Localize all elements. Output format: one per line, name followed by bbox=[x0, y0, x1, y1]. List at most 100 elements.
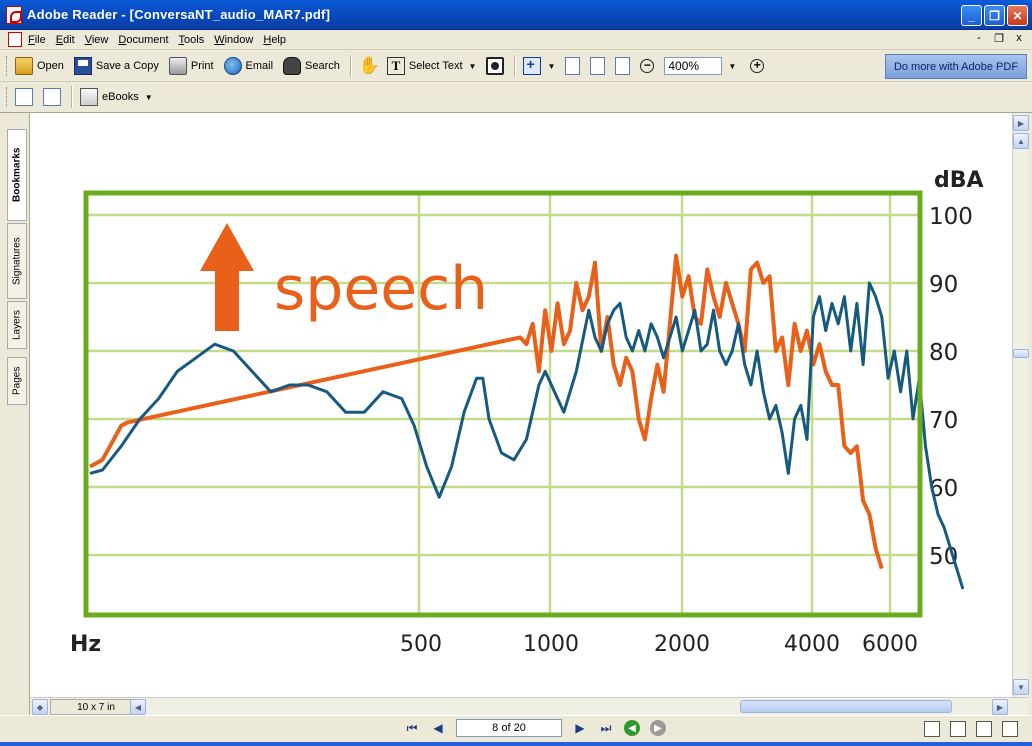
zoom-out-button[interactable]: − bbox=[640, 55, 655, 77]
menu-tools[interactable]: Tools bbox=[179, 34, 205, 46]
rotate-clockwise-button[interactable] bbox=[15, 86, 33, 108]
next-view-icon[interactable]: ▶ bbox=[650, 720, 666, 736]
next-page-icon[interactable]: ▶ bbox=[572, 720, 588, 736]
toolbar-separator bbox=[514, 55, 516, 77]
speech-annotation: speech bbox=[274, 254, 488, 324]
last-page-icon[interactable]: ⏭ bbox=[598, 720, 614, 736]
save-copy-button[interactable]: Save a Copy bbox=[73, 55, 159, 77]
rotate-clockwise-icon bbox=[15, 88, 33, 106]
restore-button[interactable]: ❐ bbox=[984, 5, 1005, 26]
doc-close-button[interactable]: x bbox=[1012, 32, 1026, 45]
toolbar-grip[interactable] bbox=[6, 87, 9, 107]
actual-size-button[interactable] bbox=[565, 55, 581, 77]
x-tick-label: 500 bbox=[400, 632, 442, 657]
frequency-response-chart: 1009080706050500 1000 2000 4000 6000dBAHzspe… bbox=[70, 168, 984, 657]
toolbar-separator bbox=[349, 55, 351, 77]
page-number-input[interactable]: 8 of 20 bbox=[456, 719, 562, 737]
secondary-toolbar: eBooks ▼ bbox=[0, 82, 1032, 113]
tab-pages[interactable]: Pages bbox=[7, 357, 27, 405]
single-page-layout-icon[interactable] bbox=[924, 721, 940, 737]
previous-page-icon[interactable]: ◀ bbox=[430, 720, 446, 736]
x-tick-label: 2000 bbox=[654, 632, 710, 657]
vertical-scrollbar[interactable]: ▶ ▲ ▼ bbox=[1012, 113, 1029, 697]
adobe-pdf-promo-button[interactable]: Do more with Adobe PDF bbox=[885, 54, 1027, 79]
fit-width-button[interactable] bbox=[615, 55, 631, 77]
continuous-facing-layout-icon[interactable] bbox=[1002, 721, 1018, 737]
x-tick-label: 4000 bbox=[784, 632, 840, 657]
x-axis-label: Hz bbox=[70, 632, 101, 657]
up-arrow-icon bbox=[200, 223, 254, 331]
y-tick-label: 100 bbox=[929, 204, 973, 230]
binoculars-icon bbox=[283, 57, 302, 75]
horizontal-scrollbar[interactable]: ◆ 10 x 7 in ◀ ▶ bbox=[30, 697, 1028, 715]
page-size-indicator: 10 x 7 in bbox=[50, 699, 142, 715]
toolbar-grip[interactable] bbox=[6, 56, 9, 76]
hand-tool-button[interactable]: ✋ bbox=[358, 55, 381, 77]
tab-signatures[interactable]: Signatures bbox=[7, 223, 27, 299]
menu-help[interactable]: Help bbox=[263, 34, 286, 46]
chevron-down-icon[interactable]: ▼ bbox=[145, 93, 153, 102]
page-width-icon bbox=[615, 57, 631, 75]
plus-circle-icon: + bbox=[750, 59, 765, 73]
menu-bar: File Edit View Document Tools Window Hel… bbox=[0, 30, 1032, 50]
open-button[interactable]: Open bbox=[15, 55, 64, 77]
minus-circle-icon: − bbox=[640, 59, 655, 73]
document-icon[interactable] bbox=[8, 32, 22, 47]
hand-icon: ✋ bbox=[358, 56, 381, 75]
horizontal-scroll-thumb[interactable] bbox=[740, 700, 952, 713]
scroll-right-arrow-icon[interactable]: ▶ bbox=[992, 699, 1008, 715]
email-button[interactable]: Email bbox=[223, 55, 273, 77]
y-tick-label: 90 bbox=[929, 272, 958, 298]
zoom-in-tool-button[interactable]: ▼ bbox=[523, 55, 555, 77]
doc-minimize-button[interactable]: - bbox=[972, 32, 986, 45]
fit-page-button[interactable] bbox=[590, 55, 606, 77]
doc-restore-button[interactable]: ❐ bbox=[992, 32, 1006, 45]
menu-document[interactable]: Document bbox=[118, 34, 168, 46]
previous-view-icon[interactable]: ◀ bbox=[624, 720, 640, 736]
text-cursor-icon: T bbox=[386, 57, 405, 75]
y-tick-label: 80 bbox=[929, 340, 958, 366]
y-tick-label: 70 bbox=[929, 408, 958, 434]
split-handle-icon[interactable]: ◆ bbox=[32, 699, 48, 715]
print-button[interactable]: Print bbox=[168, 55, 214, 77]
scroll-up-arrow-icon[interactable]: ▲ bbox=[1013, 133, 1029, 149]
taskbar-strip bbox=[0, 742, 1032, 746]
search-button[interactable]: Search bbox=[283, 55, 340, 77]
window-title: Adobe Reader - [ConversaNT_audio_MAR7.pd… bbox=[27, 7, 331, 22]
chevron-down-icon[interactable]: ▼ bbox=[469, 62, 477, 71]
menu-edit[interactable]: Edit bbox=[56, 34, 75, 46]
minimize-button[interactable]: _ bbox=[961, 5, 982, 26]
document-view[interactable]: 100 90 80 70 60 50 500 1000 2000 4000 6000 dBA Hz spe… bbox=[30, 113, 1012, 697]
adobe-reader-icon bbox=[6, 5, 22, 24]
facing-layout-icon[interactable] bbox=[976, 721, 992, 737]
tab-layers[interactable]: Layers bbox=[7, 301, 27, 349]
first-page-icon[interactable]: ⏮ bbox=[404, 720, 420, 736]
tab-bookmarks[interactable]: Bookmarks bbox=[7, 129, 27, 221]
scroll-right-arrow-icon[interactable]: ▶ bbox=[1013, 115, 1029, 131]
scroll-down-arrow-icon[interactable]: ▼ bbox=[1013, 679, 1029, 695]
y-axis-label: dBA bbox=[934, 168, 984, 193]
snapshot-button[interactable] bbox=[486, 55, 505, 77]
menu-window[interactable]: Window bbox=[214, 34, 253, 46]
magnifier-plus-icon bbox=[523, 56, 542, 75]
close-button[interactable]: ✕ bbox=[1007, 5, 1028, 26]
rotate-counterclockwise-button[interactable] bbox=[43, 86, 61, 108]
page-fit-icon bbox=[590, 57, 606, 75]
menu-view[interactable]: View bbox=[85, 34, 109, 46]
navigation-pane-tabs: Bookmarks Signatures Layers Pages bbox=[0, 113, 30, 716]
printer-icon bbox=[168, 57, 187, 75]
continuous-layout-icon[interactable] bbox=[950, 721, 966, 737]
vertical-scroll-thumb[interactable] bbox=[1013, 349, 1029, 358]
zoom-level-input[interactable]: 400% bbox=[664, 57, 723, 75]
chevron-down-icon[interactable]: ▼ bbox=[547, 62, 555, 71]
menu-file[interactable]: File bbox=[28, 34, 46, 46]
zoom-in-button[interactable]: + bbox=[750, 55, 765, 77]
zoom-dropdown-arrow[interactable]: ▼ bbox=[728, 62, 736, 71]
main-toolbar: Open Save a Copy Print Email Search ✋ TS… bbox=[0, 51, 1032, 82]
x-tick-label: 1000 bbox=[523, 632, 579, 657]
page-icon bbox=[565, 57, 581, 75]
ebooks-button[interactable]: eBooks ▼ bbox=[80, 86, 153, 108]
select-text-button[interactable]: T Select Text ▼ bbox=[386, 55, 477, 77]
globe-email-icon bbox=[223, 57, 242, 75]
scroll-left-arrow-icon[interactable]: ◀ bbox=[130, 699, 146, 715]
